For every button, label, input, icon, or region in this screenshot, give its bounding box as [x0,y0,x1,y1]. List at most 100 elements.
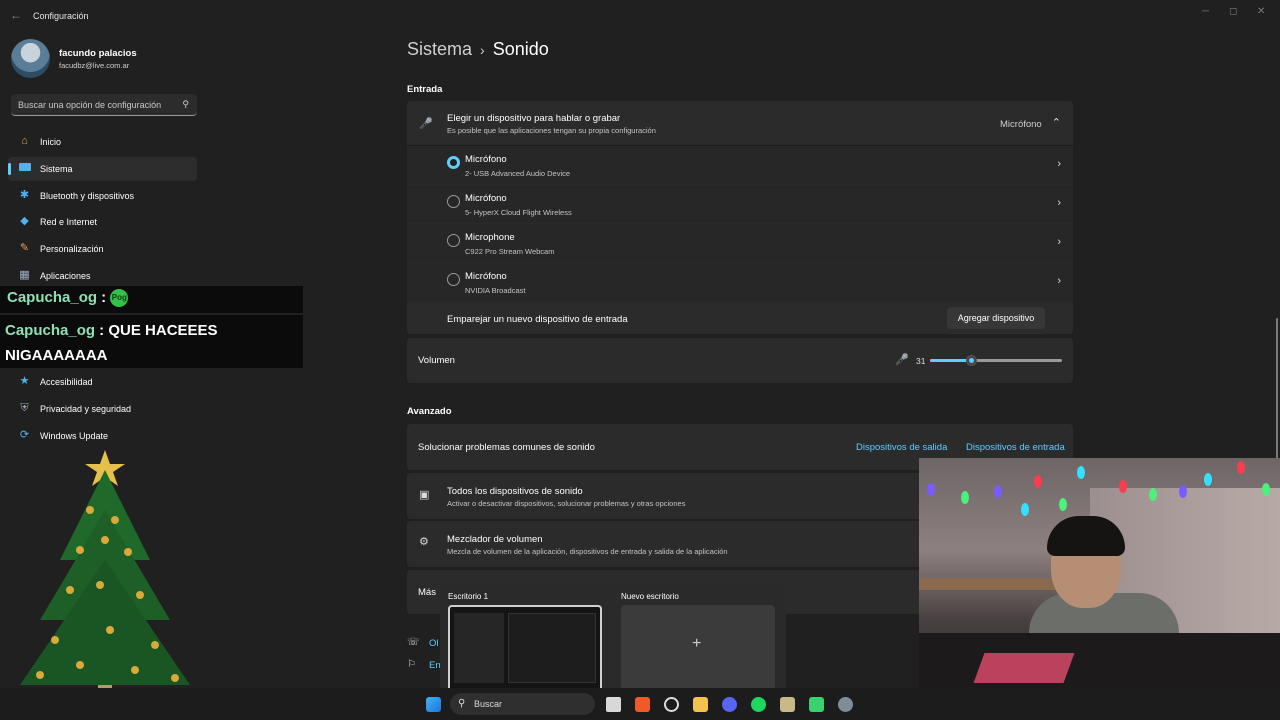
chat-message: Capucha_og : QUE HACEEES NIGAAAAAAA [0,315,303,368]
input-device-row[interactable]: Micrófono 2- USB Advanced Audio Device › [407,146,1073,184]
device-name: Micrófono [465,271,507,282]
maximize-button[interactable]: ◻ [1229,6,1237,17]
chat-text: QUE HACEEES [108,322,218,339]
page-title: Sonido [492,39,549,59]
sidebar-item-label: Inicio [40,137,62,147]
system-icon [17,161,32,176]
add-device-button[interactable]: Agregar dispositivo [947,307,1045,329]
breadcrumb: Sistema › Sonido [407,39,549,60]
chat-username: Capucha_og [7,289,98,307]
volume-label: Volumen [418,355,455,366]
avatar[interactable] [11,39,50,78]
volume-card: Volumen 🎤 31 [407,338,1073,383]
chat-text: NIGAAAAAAA [5,347,108,364]
task-view-popup: Escritorio 1 Nuevo escritorio + [440,585,786,688]
sidebar-item-inicio[interactable]: ⌂ Inicio [8,130,197,154]
kick-icon[interactable] [809,697,824,712]
shield-icon: ⛨ [20,402,29,414]
input-device-row[interactable]: Micrófono 5- HyperX Cloud Flight Wireles… [407,185,1073,223]
input-chooser-value: Micrófono [1000,119,1042,130]
output-devices-link[interactable]: Dispositivos de salida [856,442,947,453]
user-email: facudbz@live.com.ar [59,61,130,70]
settings-search-input[interactable]: Buscar una opción de configuración ⚲ [11,94,197,116]
spotify-icon[interactable] [751,697,766,712]
sidebar-item-sistema[interactable]: Sistema [8,157,197,181]
sidebar-item-personalizacion[interactable]: ✎ Personalización [8,237,197,261]
search-icon: ⚲ [182,99,189,109]
sidebar-item-label: Sistema [40,164,73,174]
sidebar-item-privacidad[interactable]: ⛨ Privacidad y seguridad [8,397,197,421]
discord-icon[interactable] [722,697,737,712]
breadcrumb-parent[interactable]: Sistema [407,39,472,59]
input-chooser-subtitle: Es posible que las aplicaciones tengan s… [447,126,656,135]
input-chooser-title: Elegir un dispositivo para hablar o grab… [447,113,621,124]
windows-start-icon[interactable] [426,697,441,712]
device-radio[interactable] [447,156,460,169]
chevron-right-icon: › [1057,197,1061,209]
microphone-icon[interactable]: 🎤 [895,353,909,366]
app-icon[interactable] [780,697,795,712]
feedback-link[interactable]: En [429,660,441,671]
file-explorer-icon[interactable] [693,697,708,712]
back-arrow-icon[interactable]: ← [10,8,22,22]
input-devices-link[interactable]: Dispositivos de entrada [966,442,1065,453]
sidebar-item-label: Red e Internet [40,217,98,227]
troubleshoot-label: Solucionar problemas comunes de sonido [418,442,595,453]
taskbar-search[interactable]: ⚲ Buscar [450,693,595,715]
close-button[interactable]: ✕ [1257,6,1265,17]
device-name: Microphone [465,232,515,243]
sidebar-item-red[interactable]: ◆ Red e Internet [8,210,197,234]
sidebar-item-label: Accesibilidad [40,377,93,387]
feedback-icon: ⚐ [407,659,416,670]
breadcrumb-separator: › [480,42,485,58]
volume-slider-thumb[interactable] [966,355,977,366]
sidebar-item-aplicaciones[interactable]: ▦ Aplicaciones [8,264,197,288]
chevron-up-icon: ⌃ [1051,117,1061,129]
sidebar-item-accesibilidad[interactable]: ★ Accesibilidad [8,370,197,394]
sidebar-item-bluetooth[interactable]: ✱ Bluetooth y dispositivos [8,184,197,208]
desktop-1-thumbnail[interactable] [448,605,602,688]
device-detail: 5- HyperX Cloud Flight Wireless [465,208,572,217]
device-radio[interactable] [447,195,460,208]
device-name: Micrófono [465,193,507,204]
volume-slider-fill [930,359,971,362]
chat-separator: : [95,322,109,339]
plus-icon: + [692,635,702,652]
settings-icon[interactable] [838,697,853,712]
app-title: Configuración [33,11,89,21]
taskbar-search-label: Buscar [474,699,503,709]
section-title-entrada: Entrada [407,84,443,95]
microphone-icon: 🎤 [419,118,433,130]
home-icon: ⌂ [21,135,28,147]
device-radio[interactable] [447,273,460,286]
chevron-right-icon: › [1057,236,1061,248]
active-indicator [8,163,11,175]
device-detail: 2- USB Advanced Audio Device [465,169,571,178]
help-link[interactable]: Ol [429,638,439,649]
chevron-right-icon: › [1057,158,1061,170]
taskbar: ⚲ Buscar [0,688,1280,720]
section-title-avanzado: Avanzado [407,406,452,417]
sidebar-item-label: Aplicaciones [40,271,91,281]
input-chooser-header[interactable]: 🎤 Elegir un dispositivo para hablar o gr… [407,101,1073,145]
brave-browser-icon[interactable] [635,697,650,712]
christmas-tree-overlay [20,450,190,697]
device-radio[interactable] [447,234,460,247]
sidebar-item-label: Bluetooth y dispositivos [40,191,135,201]
input-device-row[interactable]: Microphone C922 Pro Stream Webcam › [407,224,1073,262]
title-bar: ← Configuración ─ ◻ ✕ [0,0,1280,32]
device-detail: NVIDIA Broadcast [465,286,526,295]
device-detail: C922 Pro Stream Webcam [465,247,555,256]
brush-icon: ✎ [19,242,30,254]
wifi-icon: ◆ [20,215,29,227]
new-desktop-button[interactable]: + [621,605,775,688]
accessibility-icon: ★ [19,375,30,387]
mixer-title: Mezclador de volumen [447,534,543,545]
speaker-icon: ▣ [419,489,430,501]
input-device-row[interactable]: Micrófono NVIDIA Broadcast › [407,263,1073,301]
desktop-1-label: Escritorio 1 [448,592,489,601]
chromium-icon[interactable] [664,697,679,712]
task-view-icon[interactable] [606,697,621,712]
volume-value: 31 [916,356,926,366]
minimize-button[interactable]: ─ [1202,6,1209,17]
